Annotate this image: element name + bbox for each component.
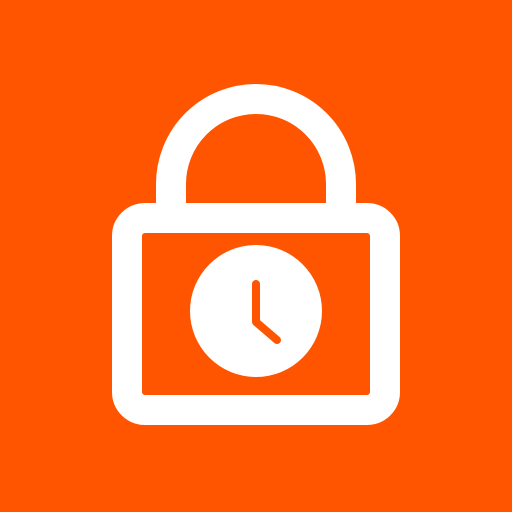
- padlock-shackle: [156, 84, 356, 206]
- clock-icon: [190, 245, 322, 377]
- app-icon: [0, 0, 512, 512]
- lock-clock-icon: [112, 84, 400, 425]
